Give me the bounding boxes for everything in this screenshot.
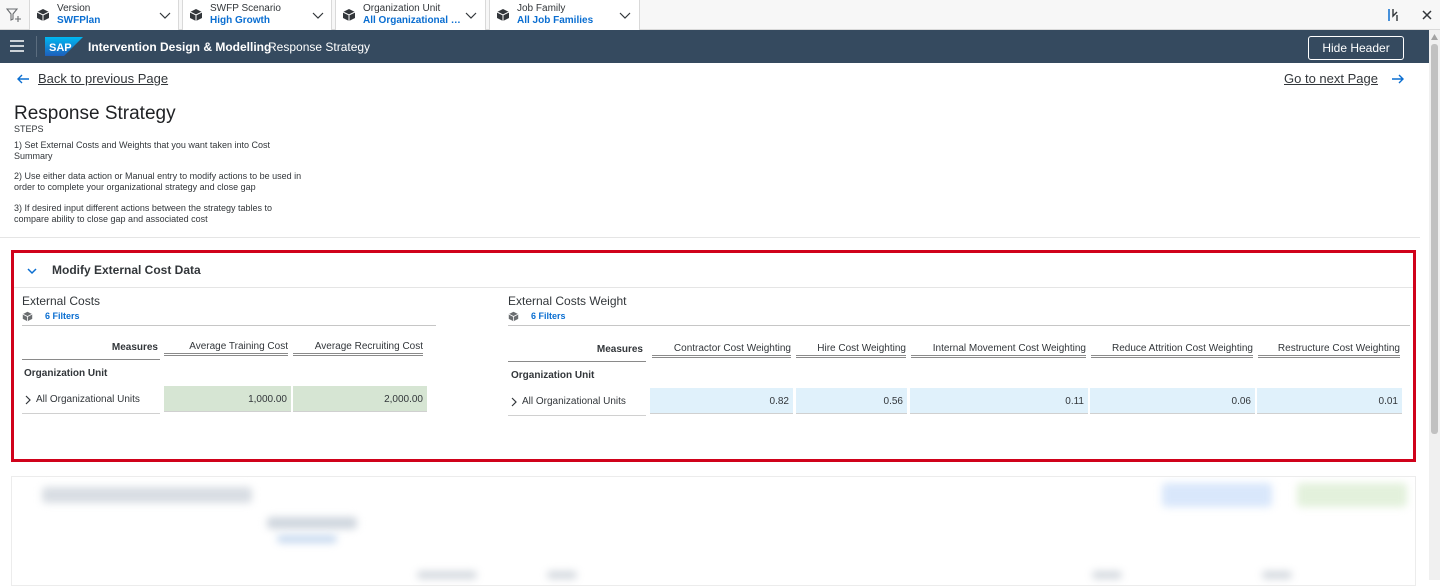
- chevron-right-icon[interactable]: [510, 397, 518, 407]
- filter-value: All Job Families: [517, 15, 594, 26]
- measures-divider: [22, 359, 160, 360]
- measures-label: Measures: [111, 342, 158, 353]
- menu-icon[interactable]: [10, 40, 24, 52]
- blurred-text: [547, 571, 577, 579]
- column-header-reduce-attrition-cost-weighting[interactable]: Reduce Attrition Cost Weighting: [1091, 343, 1253, 358]
- cube-icon: [496, 9, 510, 21]
- step-2: 2) Use either data action or Manual entr…: [14, 171, 302, 192]
- external-costs-title: External Costs: [22, 294, 101, 308]
- filter-value: High Growth: [210, 15, 270, 26]
- back-to-previous-page-link[interactable]: Back to previous Page: [38, 71, 168, 86]
- chevron-down-icon[interactable]: [158, 8, 172, 22]
- filter-version[interactable]: Version SWFPlan: [29, 0, 179, 30]
- cube-icon: [36, 9, 50, 21]
- external-costs-filters-link[interactable]: 6 Filters: [45, 311, 80, 321]
- row-label-all-organizational-units[interactable]: All Organizational Units: [522, 396, 626, 407]
- svg-text:SAP: SAP: [49, 42, 72, 54]
- column-header-average-training-cost[interactable]: Average Training Cost: [164, 341, 288, 356]
- row-label-all-organizational-units[interactable]: All Organizational Units: [36, 394, 140, 405]
- cell-hire-cost-weighting[interactable]: 0.56: [796, 388, 907, 414]
- row-divider: [508, 415, 646, 416]
- blurred-button: [1162, 483, 1272, 507]
- step-3: 3) If desired input different actions be…: [14, 203, 272, 224]
- chevron-down-icon[interactable]: [311, 8, 325, 22]
- add-filter-icon[interactable]: [6, 7, 22, 23]
- section-divider: [0, 237, 1420, 238]
- external-costs-weight-filters-link[interactable]: 6 Filters: [531, 311, 566, 321]
- filter-label: Job Family: [517, 3, 566, 14]
- filter-job-family[interactable]: Job Family All Job Families: [489, 0, 640, 30]
- panel-header-divider: [14, 287, 1413, 288]
- blurred-title: [42, 487, 252, 503]
- column-header-contractor-cost-weighting[interactable]: Contractor Cost Weighting: [652, 343, 791, 358]
- cell-internal-movement-cost-weighting[interactable]: 0.11: [910, 388, 1088, 414]
- filter-label: Organization Unit: [363, 3, 441, 14]
- column-header-internal-movement-cost-weighting[interactable]: Internal Movement Cost Weighting: [911, 343, 1086, 358]
- page-subtitle: Response Strategy: [268, 40, 371, 54]
- filter-label: Version: [57, 3, 91, 14]
- blurred-text: [267, 517, 357, 529]
- filter-organization-unit[interactable]: Organization Unit All Organizational U..…: [335, 0, 486, 30]
- organization-unit-header: Organization Unit: [24, 368, 108, 379]
- vertical-scrollbar[interactable]: [1429, 30, 1440, 580]
- arrow-left-icon[interactable]: [16, 72, 30, 86]
- page-title: Response Strategy: [14, 103, 176, 124]
- cell-average-training-cost[interactable]: 1,000.00: [164, 386, 291, 412]
- row-divider: [22, 413, 160, 414]
- measures-divider: [508, 361, 646, 362]
- chevron-down-icon[interactable]: [26, 265, 38, 277]
- app-title: Intervention Design & Modelling: [88, 40, 272, 54]
- cube-icon: [189, 9, 203, 21]
- panel-title: Modify External Cost Data: [52, 263, 201, 277]
- close-icon[interactable]: [1418, 6, 1436, 24]
- cell-restructure-cost-weighting[interactable]: 0.01: [1257, 388, 1402, 414]
- go-to-next-page-link[interactable]: Go to next Page: [1284, 71, 1378, 86]
- filter-settings-icon[interactable]: [1384, 6, 1402, 24]
- blurred-text: [1092, 571, 1122, 579]
- column-header-average-recruiting-cost[interactable]: Average Recruiting Cost: [293, 341, 423, 356]
- hide-header-button[interactable]: Hide Header: [1308, 36, 1404, 60]
- blurred-content-card: [11, 476, 1416, 586]
- blurred-button: [1297, 483, 1407, 507]
- shell-bar: SAP Intervention Design & Modelling Resp…: [0, 30, 1440, 63]
- scrollbar-thumb[interactable]: [1431, 44, 1438, 434]
- shell-divider: [36, 36, 37, 57]
- organization-unit-header: Organization Unit: [511, 370, 595, 381]
- filter-value: All Organizational U...: [363, 15, 461, 26]
- modify-external-cost-panel: Modify External Cost Data External Costs…: [11, 250, 1416, 462]
- measures-label: Measures: [596, 344, 643, 355]
- table-header-divider: [22, 325, 436, 326]
- chevron-down-icon[interactable]: [464, 8, 478, 22]
- filter-value: SWFPlan: [57, 15, 101, 26]
- table-header-divider: [508, 325, 1410, 326]
- sap-logo[interactable]: SAP: [45, 37, 83, 56]
- cell-contractor-cost-weighting[interactable]: 0.82: [650, 388, 793, 414]
- chevron-down-icon[interactable]: [618, 8, 632, 22]
- filter-bar: Version SWFPlan SWFP Scenario High Growt…: [0, 0, 1440, 30]
- cell-reduce-attrition-cost-weighting[interactable]: 0.06: [1090, 388, 1255, 414]
- arrow-right-icon[interactable]: [1391, 72, 1405, 86]
- cube-icon: [22, 311, 33, 322]
- cube-icon: [342, 9, 356, 21]
- step-1: 1) Set External Costs and Weights that y…: [14, 140, 270, 161]
- filter-scenario[interactable]: SWFP Scenario High Growth: [182, 0, 332, 30]
- column-header-restructure-cost-weighting[interactable]: Restructure Cost Weighting: [1258, 343, 1400, 358]
- steps-label: STEPS: [14, 124, 44, 134]
- cell-average-recruiting-cost[interactable]: 2,000.00: [293, 386, 427, 412]
- blurred-text: [277, 535, 337, 543]
- scroll-up-arrow-icon[interactable]: [1431, 34, 1438, 40]
- blurred-text: [417, 571, 477, 579]
- column-header-hire-cost-weighting[interactable]: Hire Cost Weighting: [796, 343, 906, 358]
- cube-icon: [508, 311, 519, 322]
- blurred-text: [1262, 571, 1292, 579]
- external-costs-weight-title: External Costs Weight: [508, 294, 627, 308]
- filter-label: SWFP Scenario: [210, 3, 281, 14]
- chevron-right-icon[interactable]: [24, 395, 32, 405]
